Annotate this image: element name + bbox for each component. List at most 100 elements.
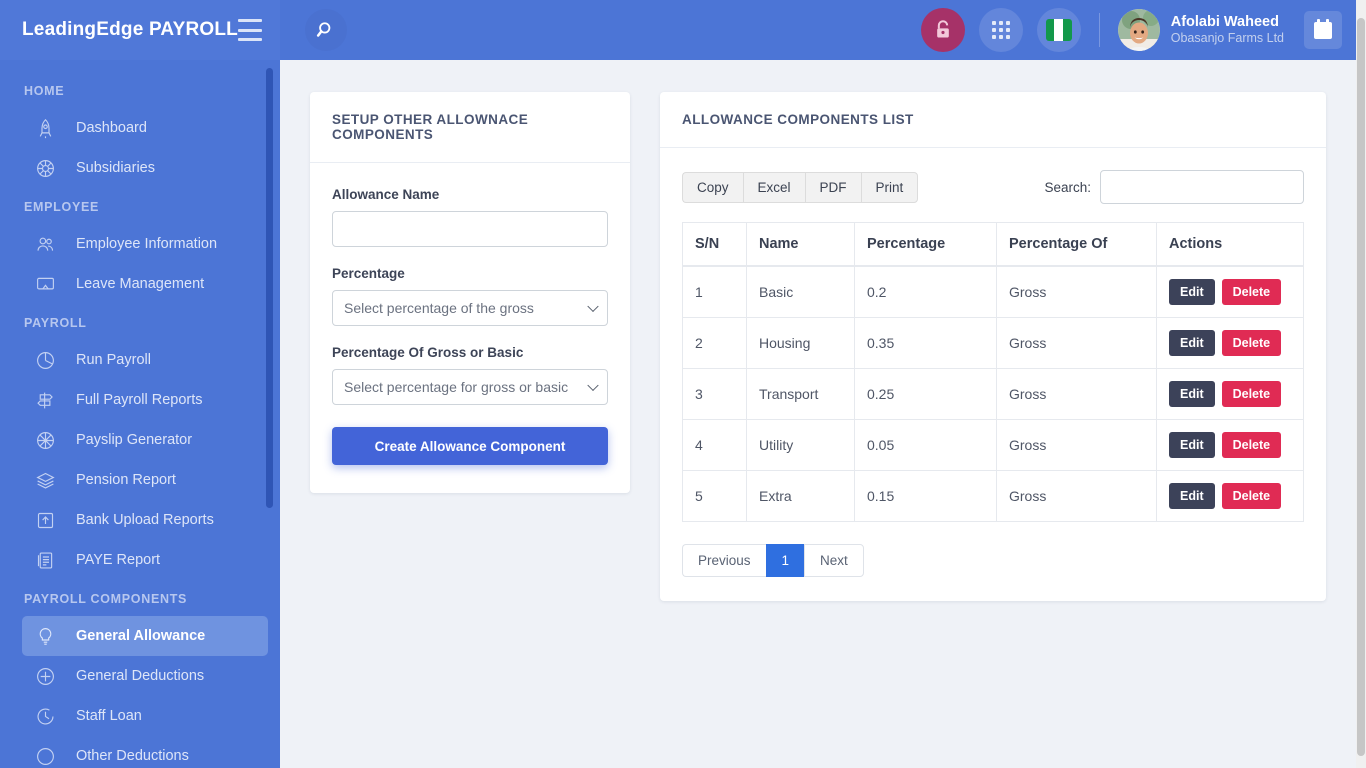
upload-icon — [32, 507, 58, 533]
nav-heading-employee: EMPLOYEE — [0, 188, 280, 224]
cell-percentage-of: Gross — [997, 420, 1157, 471]
bulb-icon — [32, 623, 58, 649]
sidebar-item-general-allowance[interactable]: General Allowance — [22, 616, 268, 656]
cell-actions: Edit Delete — [1157, 369, 1304, 420]
sidebar-item-employee-information[interactable]: Employee Information — [22, 224, 268, 264]
table-row: 3 Transport 0.25 Gross Edit Delete — [683, 369, 1304, 420]
cell-percentage-of: Gross — [997, 471, 1157, 522]
row-action-buttons: Edit Delete — [1169, 279, 1291, 305]
plus-circle-icon — [32, 663, 58, 689]
sidebar-item-subsidiaries[interactable]: Subsidiaries — [22, 148, 268, 188]
edit-button[interactable]: Edit — [1169, 483, 1215, 509]
cell-percentage: 0.25 — [855, 369, 997, 420]
column-header-percentage-of[interactable]: Percentage Of — [997, 223, 1157, 267]
calendar-button[interactable] — [1304, 11, 1342, 49]
percentage-select[interactable] — [332, 290, 608, 326]
search-button[interactable] — [305, 9, 347, 51]
circle-icon — [32, 743, 58, 768]
pdf-button[interactable]: PDF — [805, 172, 861, 203]
column-header-actions[interactable]: Actions — [1157, 223, 1304, 267]
allowance-name-input[interactable] — [332, 211, 608, 247]
delete-button[interactable]: Delete — [1222, 381, 1282, 407]
topbar-right-section: Afolabi Waheed Obasanjo Farms Ltd — [921, 8, 1356, 52]
sidebar-item-paye-report[interactable]: PAYE Report — [22, 540, 268, 580]
cell-percentage-of: Gross — [997, 318, 1157, 369]
cell-percentage: 0.15 — [855, 471, 997, 522]
brand-block: LeadingEdge PAYROLL — [0, 0, 280, 60]
delete-button[interactable]: Delete — [1222, 432, 1282, 458]
column-header-sn[interactable]: S/N — [683, 223, 747, 267]
sidebar-item-label: Other Deductions — [76, 748, 189, 764]
cell-actions: Edit Delete — [1157, 420, 1304, 471]
sidebar-item-other-deductions[interactable]: Other Deductions — [22, 736, 268, 768]
hamburger-icon[interactable] — [238, 19, 262, 41]
edit-button[interactable]: Edit — [1169, 432, 1215, 458]
brand-title: LeadingEdge PAYROLL — [22, 19, 238, 41]
sidebar-item-label: Employee Information — [76, 236, 217, 252]
user-profile[interactable]: Afolabi Waheed Obasanjo Farms Ltd — [1118, 9, 1284, 51]
apps-button[interactable] — [979, 8, 1023, 52]
search-icon — [316, 20, 336, 40]
delete-button[interactable]: Delete — [1222, 483, 1282, 509]
wheel-icon — [32, 155, 58, 181]
copy-button[interactable]: Copy — [682, 172, 743, 203]
cell-sn: 3 — [683, 369, 747, 420]
setup-allowance-card: SETUP OTHER ALLOWNACE COMPONENTS Allowan… — [310, 92, 630, 493]
top-bar: LeadingEdge PAYROLL — [0, 0, 1356, 60]
avatar-photo — [1118, 9, 1160, 51]
search-input[interactable] — [1100, 170, 1304, 204]
document-icon — [32, 547, 58, 573]
table-row: 2 Housing 0.35 Gross Edit Delete — [683, 318, 1304, 369]
row-action-buttons: Edit Delete — [1169, 432, 1291, 458]
lock-icon — [933, 19, 953, 41]
row-action-buttons: Edit Delete — [1169, 381, 1291, 407]
sidebar-item-general-deductions[interactable]: General Deductions — [22, 656, 268, 696]
sidebar-item-label: Payslip Generator — [76, 432, 192, 448]
sidebar-item-bank-upload-reports[interactable]: Bank Upload Reports — [22, 500, 268, 540]
users-icon — [32, 231, 58, 257]
edit-button[interactable]: Edit — [1169, 279, 1215, 305]
edit-button[interactable]: Edit — [1169, 381, 1215, 407]
delete-button[interactable]: Delete — [1222, 279, 1282, 305]
page-scrollbar-thumb[interactable] — [1357, 18, 1365, 756]
pagination-previous[interactable]: Previous — [682, 544, 766, 577]
layers-icon — [32, 467, 58, 493]
cell-percentage: 0.2 — [855, 266, 997, 318]
sidebar-item-leave-management[interactable]: Leave Management — [22, 264, 268, 304]
edit-button[interactable]: Edit — [1169, 330, 1215, 356]
pagination-page-1[interactable]: 1 — [766, 544, 805, 577]
setup-allowance-card-header: SETUP OTHER ALLOWNACE COMPONENTS — [310, 92, 630, 163]
sidebar-item-dashboard[interactable]: Dashboard — [22, 108, 268, 148]
sidebar-item-full-payroll-reports[interactable]: Full Payroll Reports — [22, 380, 268, 420]
table-search: Search: — [1044, 170, 1304, 204]
apps-grid-icon — [992, 21, 1010, 39]
lock-button[interactable] — [921, 8, 965, 52]
percentage-of-select[interactable] — [332, 369, 608, 405]
main-content: SETUP OTHER ALLOWNACE COMPONENTS Allowan… — [280, 60, 1356, 768]
sidebar-item-run-payroll[interactable]: Run Payroll — [22, 340, 268, 380]
sidebar-item-label: Run Payroll — [76, 352, 151, 368]
create-allowance-component-button[interactable]: Create Allowance Component — [332, 427, 608, 465]
excel-button[interactable]: Excel — [743, 172, 805, 203]
table-header: S/N Name Percentage Percentage Of Action… — [683, 223, 1304, 267]
allowance-components-table: S/N Name Percentage Percentage Of Action… — [682, 222, 1304, 522]
sidebar-scrollbar-thumb[interactable] — [266, 68, 273, 508]
delete-button[interactable]: Delete — [1222, 330, 1282, 356]
language-flag-button[interactable] — [1037, 8, 1081, 52]
sidebar-item-staff-loan[interactable]: Staff Loan — [22, 696, 268, 736]
rocket-icon — [32, 115, 58, 141]
user-full-name: Afolabi Waheed — [1171, 13, 1284, 31]
print-button[interactable]: Print — [861, 172, 919, 203]
column-header-name[interactable]: Name — [747, 223, 855, 267]
sidebar-item-label: Subsidiaries — [76, 160, 155, 176]
pagination-next[interactable]: Next — [804, 544, 864, 577]
sidebar-item-label: Pension Report — [76, 472, 176, 488]
sidebar-item-payslip-generator[interactable]: Payslip Generator — [22, 420, 268, 460]
cell-name: Transport — [747, 369, 855, 420]
column-header-percentage[interactable]: Percentage — [855, 223, 997, 267]
allowance-list-body: Copy Excel PDF Print Search: S/N Name Pe… — [660, 148, 1326, 601]
allowance-components-list-card: ALLOWANCE COMPONENTS LIST Copy Excel PDF… — [660, 92, 1326, 601]
export-button-group: Copy Excel PDF Print — [682, 172, 918, 203]
sidebar-item-pension-report[interactable]: Pension Report — [22, 460, 268, 500]
cell-name: Housing — [747, 318, 855, 369]
